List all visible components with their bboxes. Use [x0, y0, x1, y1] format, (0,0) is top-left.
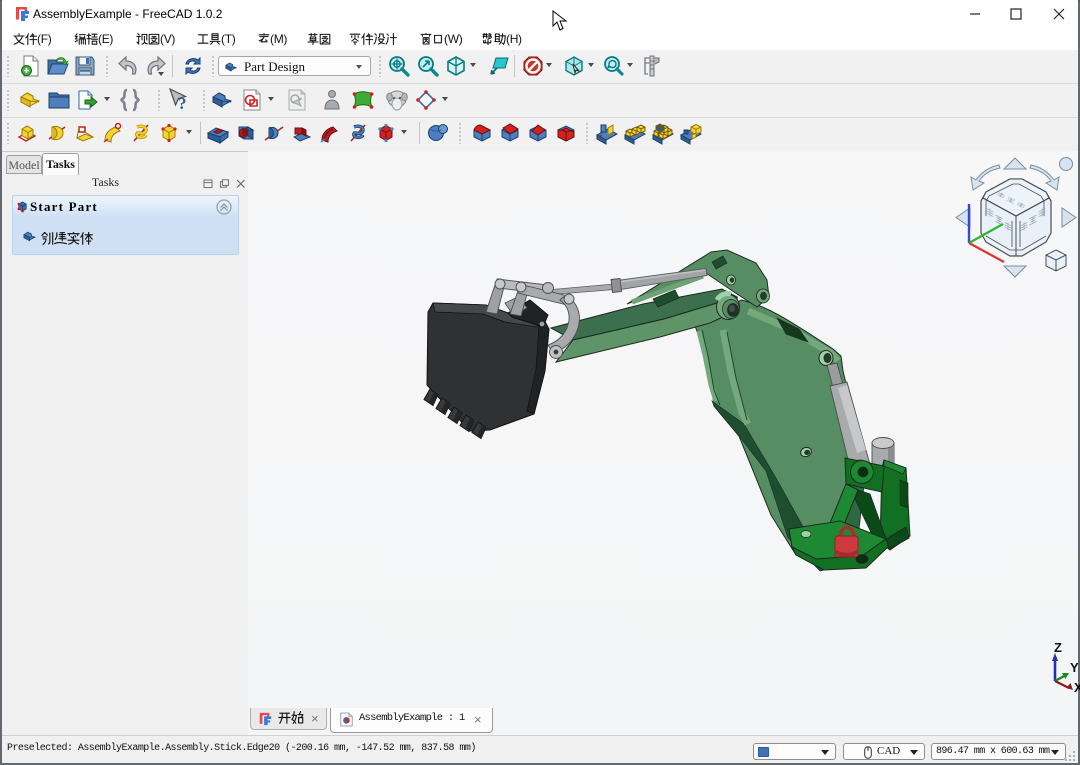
svg-text:?: ? — [178, 94, 187, 113]
svg-text:X: X — [1074, 680, 1080, 695]
svg-text:Z: Z — [1054, 640, 1062, 655]
svg-text:Y: Y — [1070, 660, 1079, 675]
